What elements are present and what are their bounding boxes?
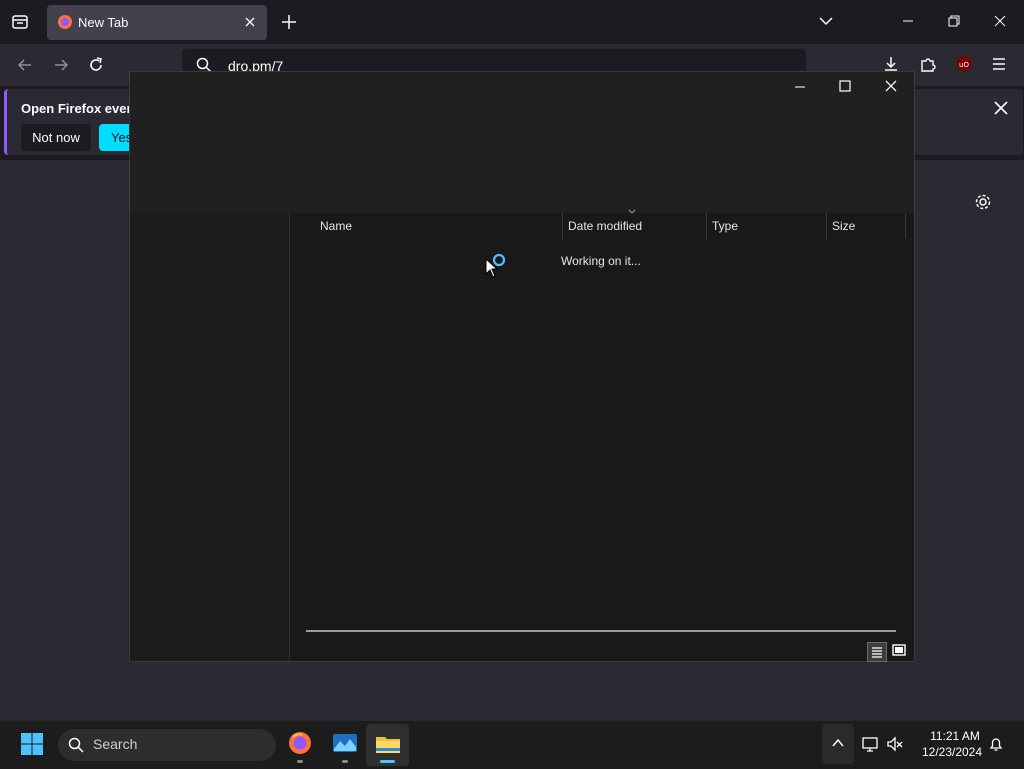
firefox-favicon-icon <box>57 14 73 30</box>
folder-icon <box>375 733 401 755</box>
reload-icon[interactable] <box>87 56 105 74</box>
column-size[interactable]: Size <box>832 219 855 233</box>
notifications-bell-icon[interactable] <box>988 736 1004 752</box>
back-arrow-icon[interactable] <box>16 56 34 74</box>
large-icons-view-icon[interactable] <box>890 642 908 660</box>
column-separator[interactable] <box>905 213 906 239</box>
chevron-up-icon <box>831 737 845 749</box>
photos-taskbar-icon[interactable] <box>332 733 358 753</box>
column-date-modified[interactable]: Date modified <box>568 219 642 233</box>
volume-muted-icon[interactable] <box>886 735 904 753</box>
dialog-maximize-icon[interactable] <box>838 79 852 93</box>
minimize-window-icon[interactable] <box>901 14 915 28</box>
dialog-minimize-icon[interactable] <box>793 80 807 94</box>
clock-date[interactable]: 12/23/2024 <box>912 745 992 759</box>
extensions-puzzle-icon[interactable] <box>919 55 937 73</box>
start-windows-icon[interactable] <box>20 732 44 756</box>
taskbar-search-icon <box>68 737 84 753</box>
explorer-active-indicator <box>380 760 395 763</box>
restore-window-icon[interactable] <box>947 14 961 28</box>
column-separator[interactable] <box>562 213 563 239</box>
dialog-close-icon[interactable] <box>884 79 898 93</box>
horizontal-scrollbar[interactable] <box>306 630 896 632</box>
svg-text:uO: uO <box>959 61 969 69</box>
hamburger-menu-icon[interactable] <box>991 56 1007 72</box>
firefox-view-icon[interactable] <box>10 12 30 32</box>
close-tab-icon[interactable] <box>243 15 257 29</box>
file-dialog: Name Date modified Type Size Working on … <box>129 71 915 662</box>
taskbar-search-placeholder: Search <box>93 736 138 752</box>
column-separator[interactable] <box>706 213 707 239</box>
firefox-taskbar-icon[interactable] <box>288 731 312 755</box>
loading-status-text: Working on it... <box>561 254 641 268</box>
tab-title: New Tab <box>78 15 129 30</box>
new-tab-plus-icon[interactable] <box>281 14 297 30</box>
dialog-titlebar <box>130 72 914 213</box>
notification-text: Open Firefox every <box>21 101 139 116</box>
sort-chevron-icon <box>627 209 637 215</box>
close-notification-icon[interactable] <box>993 100 1009 116</box>
details-view-icon[interactable] <box>867 642 887 662</box>
list-all-tabs-chevron-icon[interactable] <box>818 15 834 27</box>
clock-time[interactable]: 11:21 AM <box>920 729 990 743</box>
photos-running-indicator <box>342 760 348 763</box>
ublock-origin-icon[interactable]: uO <box>955 55 973 73</box>
mouse-cursor-icon <box>485 258 498 278</box>
navigation-pane[interactable] <box>130 213 290 661</box>
network-icon[interactable] <box>861 735 879 753</box>
column-separator[interactable] <box>826 213 827 239</box>
column-type[interactable]: Type <box>712 219 738 233</box>
file-explorer-taskbar-button[interactable] <box>366 724 409 766</box>
tab-strip: New Tab <box>0 0 1024 44</box>
firefox-running-indicator <box>297 760 303 763</box>
forward-arrow-icon[interactable] <box>52 56 70 74</box>
gear-icon[interactable] <box>974 193 992 211</box>
not-now-button[interactable]: Not now <box>21 124 91 151</box>
tab-new-tab[interactable]: New Tab <box>47 5 267 40</box>
column-name[interactable]: Name <box>320 219 352 233</box>
taskbar-search[interactable]: Search <box>58 729 276 761</box>
close-window-icon[interactable] <box>993 14 1007 28</box>
show-hidden-icons-button[interactable] <box>822 724 854 764</box>
